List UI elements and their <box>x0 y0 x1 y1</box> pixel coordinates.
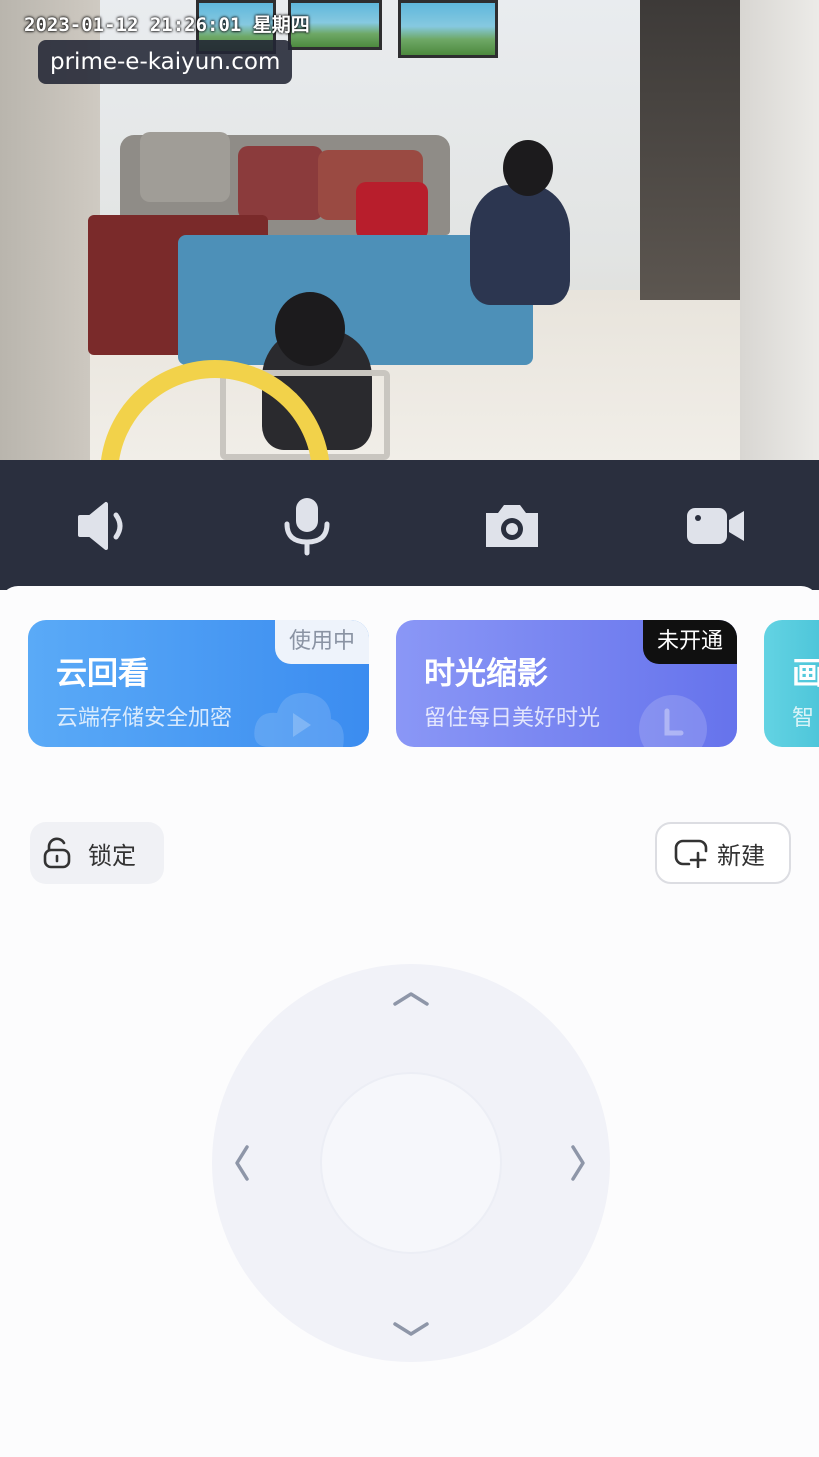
time-lapse-card[interactable]: 时光缩影 留住每日美好时光 未开通 <box>396 620 737 747</box>
lock-label: 锁定 <box>88 841 136 870</box>
status-badge: 未开通 <box>642 620 737 664</box>
chevron-up-icon <box>393 992 429 1006</box>
new-preset-label: 新建 <box>717 841 765 870</box>
card-title: 画 <box>792 656 819 692</box>
camera-icon <box>486 505 538 547</box>
camera-control-bar <box>0 460 819 590</box>
feed-person-head <box>275 292 345 366</box>
microphone-button[interactable] <box>275 494 339 558</box>
speaker-icon <box>78 502 123 550</box>
picture-card-partial[interactable]: 画 智 <box>764 620 819 747</box>
feed-pillow <box>238 146 323 220</box>
camera-app-screen: 2023-01-12 21:26:01 星期四 prime-e-kaiyun.c… <box>0 0 819 1457</box>
ptz-down-button[interactable] <box>389 1308 433 1352</box>
video-record-icon <box>687 508 744 544</box>
card-title: 云回看 <box>56 656 149 692</box>
feature-panel: 云回看 云端存储安全加密 使用中 时光缩影 留住每日美好时光 未开通 画 智 锁… <box>0 586 819 1457</box>
speaker-button[interactable] <box>72 494 136 558</box>
feed-wall-right <box>740 0 819 460</box>
status-badge: 使用中 <box>274 620 369 664</box>
cloud-play-icon <box>254 692 344 747</box>
chevron-down-icon <box>393 1322 429 1336</box>
unlock-icon <box>43 837 71 869</box>
camera-live-feed[interactable]: 2023-01-12 21:26:01 星期四 prime-e-kaiyun.c… <box>0 0 819 460</box>
ptz-right-button[interactable] <box>556 1141 600 1185</box>
watermark-label: prime-e-kaiyun.com <box>38 40 293 84</box>
cloud-playback-card[interactable]: 云回看 云端存储安全加密 使用中 <box>28 620 369 747</box>
ptz-direction-pad <box>212 964 610 1362</box>
ptz-center-button[interactable] <box>320 1072 502 1254</box>
card-title: 时光缩影 <box>424 656 548 692</box>
feed-painting <box>398 0 498 58</box>
ptz-up-button[interactable] <box>389 976 433 1020</box>
feed-person-head <box>503 140 553 196</box>
new-preset-button[interactable]: 新建 <box>655 822 791 884</box>
record-button[interactable] <box>684 494 748 558</box>
lock-button[interactable]: 锁定 <box>30 822 164 884</box>
clock-icon <box>639 695 707 747</box>
add-preset-icon <box>674 839 708 868</box>
screenshot-button[interactable] <box>480 494 544 558</box>
card-subtitle: 云端存储安全加密 <box>56 706 233 731</box>
ptz-left-button[interactable] <box>220 1141 264 1185</box>
card-subtitle: 留住每日美好时光 <box>424 706 601 731</box>
feed-pillow <box>140 132 230 202</box>
feed-person <box>470 185 570 305</box>
card-subtitle: 智 <box>792 706 815 731</box>
chevron-right-icon <box>571 1145 585 1181</box>
microphone-icon <box>284 498 330 556</box>
chevron-left-icon <box>235 1145 249 1181</box>
feed-pillow <box>356 182 428 240</box>
video-timestamp: 2023-01-12 21:26:01 星期四 <box>24 14 310 36</box>
